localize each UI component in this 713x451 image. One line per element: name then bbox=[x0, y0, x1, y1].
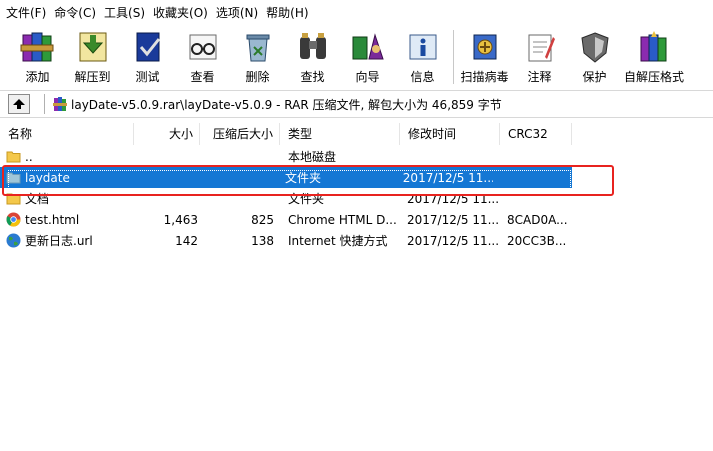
column-modified[interactable]: 修改时间 bbox=[400, 123, 500, 145]
view-glasses-icon bbox=[183, 28, 223, 66]
column-name[interactable]: 名称 bbox=[0, 123, 134, 145]
file-name: .. bbox=[25, 149, 33, 164]
chrome-icon bbox=[6, 212, 21, 227]
folder-icon bbox=[6, 151, 21, 163]
virus-scan-icon bbox=[465, 28, 505, 66]
sfx-button[interactable]: 自解压格式 bbox=[622, 26, 686, 88]
protect-button[interactable]: 保护 bbox=[567, 26, 622, 88]
test-label: 测试 bbox=[135, 70, 160, 84]
file-type: Chrome HTML D... bbox=[288, 212, 397, 227]
wizard-label: 向导 bbox=[355, 70, 380, 84]
sfx-books-icon bbox=[634, 28, 674, 66]
wizard-button[interactable]: 向导 bbox=[340, 26, 395, 88]
file-crc: 20CC3B... bbox=[507, 233, 567, 248]
comment-label: 注释 bbox=[527, 70, 552, 84]
find-button[interactable]: 查找 bbox=[285, 26, 340, 88]
rar-archive-icon bbox=[53, 96, 67, 112]
menu-tools[interactable]: 工具(S) bbox=[102, 0, 151, 26]
file-list-header: 名称 大小 压缩后大小 类型 修改时间 CRC32 bbox=[0, 123, 713, 145]
rar-books-add-icon bbox=[18, 28, 58, 66]
file-type: 本地磁盘 bbox=[288, 150, 337, 164]
info-icon bbox=[403, 28, 443, 66]
toolbar-separator bbox=[453, 30, 454, 84]
file-modified: 2017/12/5 11... bbox=[407, 233, 498, 248]
list-item-test-html[interactable]: test.html 1,463 825 Chrome HTML D... 201… bbox=[0, 209, 713, 230]
add-label: 添加 bbox=[25, 70, 50, 84]
menu-help[interactable]: 帮助(H) bbox=[264, 0, 314, 26]
file-modified: 2017/12/5 11... bbox=[407, 212, 498, 227]
menu-commands[interactable]: 命令(C) bbox=[52, 0, 102, 26]
column-packed-size[interactable]: 压缩后大小 bbox=[200, 123, 280, 145]
virus-scan-label: 扫描病毒 bbox=[460, 70, 509, 84]
extract-to-label: 解压到 bbox=[74, 70, 111, 84]
file-name: test.html bbox=[25, 212, 80, 227]
test-button[interactable]: 测试 bbox=[120, 26, 175, 88]
virus-scan-button[interactable]: 扫描病毒 bbox=[457, 26, 512, 88]
view-button[interactable]: 查看 bbox=[175, 26, 230, 88]
comment-icon bbox=[520, 28, 560, 66]
menu-favorites[interactable]: 收藏夹(O) bbox=[151, 0, 214, 26]
extract-folder-icon bbox=[73, 28, 113, 66]
file-modified: 2017/12/5 11... bbox=[402, 170, 493, 185]
info-button[interactable]: 信息 bbox=[395, 26, 450, 88]
file-packed-size: 138 bbox=[251, 233, 274, 248]
sfx-label: 自解压格式 bbox=[623, 70, 684, 84]
add-button[interactable]: 添加 bbox=[10, 26, 65, 88]
test-book-check-icon bbox=[128, 28, 168, 66]
column-crc32[interactable]: CRC32 bbox=[500, 123, 572, 145]
file-name: laydate bbox=[25, 170, 70, 185]
extract-to-button[interactable]: 解压到 bbox=[65, 26, 120, 88]
protect-label: 保护 bbox=[582, 70, 607, 84]
info-label: 信息 bbox=[410, 70, 435, 84]
find-binoculars-icon bbox=[293, 28, 333, 66]
list-item-docs[interactable]: 文档 文件夹 2017/12/5 11... bbox=[0, 188, 713, 209]
file-type: Internet 快捷方式 bbox=[288, 234, 388, 248]
file-size: 142 bbox=[175, 233, 198, 248]
delete-button[interactable]: 删除 bbox=[230, 26, 285, 88]
menu-bar: 文件(F) 命令(C) 工具(S) 收藏夹(O) 选项(N) 帮助(H) bbox=[0, 0, 713, 26]
comment-button[interactable]: 注释 bbox=[512, 26, 567, 88]
protect-shield-icon bbox=[575, 28, 615, 66]
globe-icon bbox=[6, 233, 21, 248]
find-label: 查找 bbox=[300, 70, 325, 84]
view-label: 查看 bbox=[190, 70, 215, 84]
address-separator bbox=[44, 94, 45, 114]
folder-icon bbox=[6, 172, 21, 184]
file-name: 文档 bbox=[25, 192, 50, 206]
list-item-laydate[interactable]: laydate 文件夹 2017/12/5 11... bbox=[0, 167, 572, 188]
toolbar: 添加 解压到 测试 查看 删除 查找 向导 信息 扫描病毒 注释 保护 自解压格… bbox=[0, 26, 713, 88]
file-crc: 8CAD0A... bbox=[507, 212, 568, 227]
column-type[interactable]: 类型 bbox=[280, 123, 400, 145]
up-folder-button[interactable] bbox=[8, 94, 30, 114]
column-size[interactable]: 大小 bbox=[134, 123, 200, 145]
address-bar: layDate-v5.0.9.rar\layDate-v5.0.9 - RAR … bbox=[0, 90, 713, 118]
arrow-up-icon bbox=[13, 99, 25, 109]
delete-recycle-icon bbox=[238, 28, 278, 66]
file-list: .. 本地磁盘 laydate 文件夹 2017/12/5 11... 文档 文… bbox=[0, 146, 713, 251]
file-size: 1,463 bbox=[163, 212, 198, 227]
file-name: 更新日志.url bbox=[25, 234, 93, 248]
file-type: 文件夹 bbox=[285, 171, 322, 185]
menu-file[interactable]: 文件(F) bbox=[4, 0, 52, 26]
file-modified: 2017/12/5 11... bbox=[407, 191, 498, 206]
menu-options[interactable]: 选项(N) bbox=[214, 0, 264, 26]
list-item-parent[interactable]: .. 本地磁盘 bbox=[0, 146, 713, 167]
file-type: 文件夹 bbox=[288, 192, 325, 206]
delete-label: 删除 bbox=[245, 70, 270, 84]
file-packed-size: 825 bbox=[251, 212, 274, 227]
folder-icon bbox=[6, 193, 21, 205]
wizard-icon bbox=[348, 28, 388, 66]
list-item-changelog-url[interactable]: 更新日志.url 142 138 Internet 快捷方式 2017/12/5… bbox=[0, 230, 713, 251]
archive-path[interactable]: layDate-v5.0.9.rar\layDate-v5.0.9 - RAR … bbox=[71, 96, 502, 113]
